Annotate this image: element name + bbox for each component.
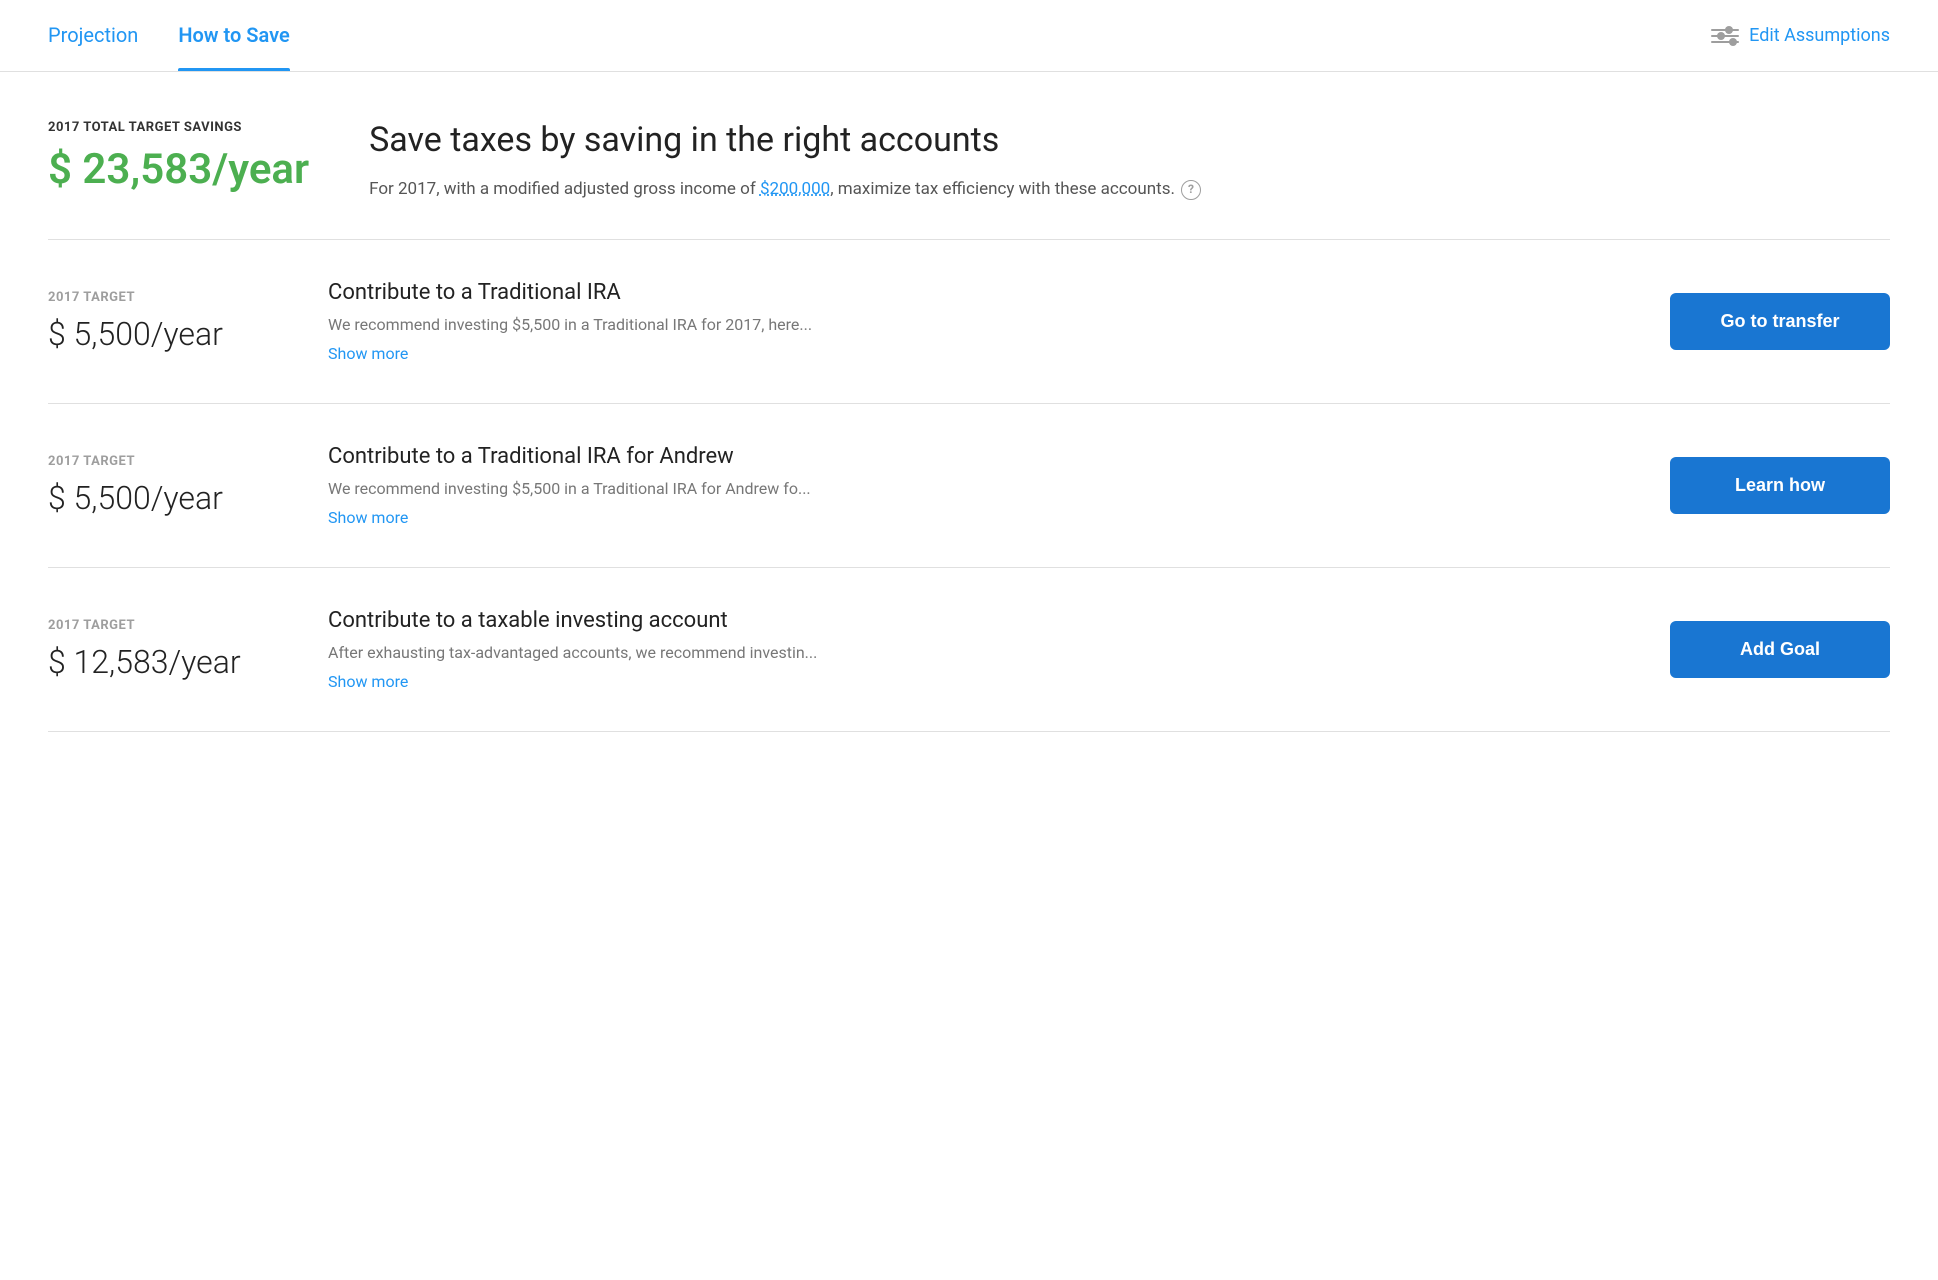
tabs-bar: Projection How to Save Edit Assumptions xyxy=(0,0,1938,72)
row-middle-2: Contribute to a taxable investing accoun… xyxy=(328,608,1610,691)
action-button-1[interactable]: Learn how xyxy=(1670,457,1890,514)
savings-rows-container: 2017 TARGET $ 5,500/year Contribute to a… xyxy=(48,240,1890,732)
hero-label: 2017 TOTAL TARGET SAVINGS xyxy=(48,120,309,135)
savings-row-2: 2017 TARGET $ 12,583/year Contribute to … xyxy=(48,568,1890,732)
row-description-2: After exhausting tax-advantaged accounts… xyxy=(328,643,1610,662)
row-amount-0: $ 5,500/year xyxy=(48,315,268,353)
row-left-1: 2017 TARGET $ 5,500/year xyxy=(48,454,268,517)
row-left-0: 2017 TARGET $ 5,500/year xyxy=(48,290,268,353)
row-right-1: Learn how xyxy=(1670,457,1890,514)
hero-title: Save taxes by saving in the right accoun… xyxy=(369,120,1890,160)
row-title-2: Contribute to a taxable investing accoun… xyxy=(328,608,1610,633)
row-middle-1: Contribute to a Traditional IRA for Andr… xyxy=(328,444,1610,527)
main-content: 2017 TOTAL TARGET SAVINGS $ 23,583/year … xyxy=(0,72,1938,732)
row-title-1: Contribute to a Traditional IRA for Andr… xyxy=(328,444,1610,469)
row-title-0: Contribute to a Traditional IRA xyxy=(328,280,1610,305)
hero-description: For 2017, with a modified adjusted gross… xyxy=(369,176,1890,203)
row-description-0: We recommend investing $5,500 in a Tradi… xyxy=(328,315,1610,334)
hero-right: Save taxes by saving in the right accoun… xyxy=(369,120,1890,203)
show-more-2[interactable]: Show more xyxy=(328,672,408,691)
savings-row-1: 2017 TARGET $ 5,500/year Contribute to a… xyxy=(48,404,1890,568)
row-label-0: 2017 TARGET xyxy=(48,290,268,305)
hero-amount: $ 23,583/year xyxy=(48,145,309,194)
edit-assumptions-label: Edit Assumptions xyxy=(1749,25,1890,46)
row-left-2: 2017 TARGET $ 12,583/year xyxy=(48,618,268,681)
row-amount-1: $ 5,500/year xyxy=(48,479,268,517)
income-link[interactable]: $200,000 xyxy=(760,179,830,199)
hero-description-suffix: , maximize tax efficiency with these acc… xyxy=(830,179,1175,199)
tab-projection[interactable]: Projection xyxy=(48,0,138,71)
savings-row-0: 2017 TARGET $ 5,500/year Contribute to a… xyxy=(48,240,1890,404)
row-label-2: 2017 TARGET xyxy=(48,618,268,633)
show-more-0[interactable]: Show more xyxy=(328,344,408,363)
tab-how-to-save[interactable]: How to Save xyxy=(178,0,289,71)
row-label-1: 2017 TARGET xyxy=(48,454,268,469)
tabs-left: Projection How to Save xyxy=(48,0,290,71)
row-right-0: Go to transfer xyxy=(1670,293,1890,350)
info-icon[interactable]: ? xyxy=(1181,180,1201,200)
row-middle-0: Contribute to a Traditional IRA We recom… xyxy=(328,280,1610,363)
action-button-2[interactable]: Add Goal xyxy=(1670,621,1890,678)
row-description-1: We recommend investing $5,500 in a Tradi… xyxy=(328,479,1610,498)
show-more-1[interactable]: Show more xyxy=(328,508,408,527)
hero-left: 2017 TOTAL TARGET SAVINGS $ 23,583/year xyxy=(48,120,309,194)
action-button-0[interactable]: Go to transfer xyxy=(1670,293,1890,350)
row-amount-2: $ 12,583/year xyxy=(48,643,268,681)
edit-assumptions-button[interactable]: Edit Assumptions xyxy=(1711,25,1890,46)
row-right-2: Add Goal xyxy=(1670,621,1890,678)
sliders-icon xyxy=(1711,29,1739,43)
hero-section: 2017 TOTAL TARGET SAVINGS $ 23,583/year … xyxy=(48,72,1890,240)
hero-description-prefix: For 2017, with a modified adjusted gross… xyxy=(369,179,760,199)
